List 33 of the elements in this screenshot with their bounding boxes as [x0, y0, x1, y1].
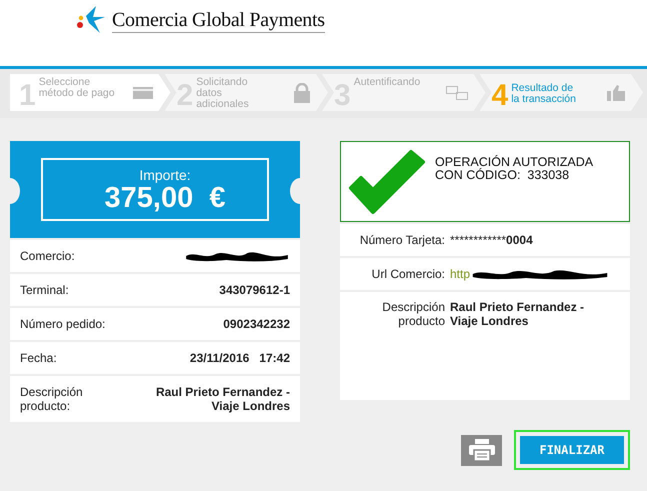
- status-message: OPERACIÓN AUTORIZADA CON CÓDIGO: 333038: [435, 156, 594, 182]
- field-label: Descripción producto:: [20, 385, 83, 413]
- step-number: 4: [492, 80, 508, 110]
- print-button[interactable]: [461, 434, 502, 466]
- field-value: Raul Prieto Fernandez - Viaje Londres: [450, 300, 586, 328]
- lock-icon: [294, 82, 310, 102]
- step-label: Resultado de la transacción: [511, 83, 577, 105]
- printer-icon: [468, 439, 494, 461]
- field-value: Raul Prieto Fernandez - Viaje Londres: [156, 385, 290, 413]
- field-value: ************0004: [450, 233, 534, 247]
- field-value: 23/11/2016 17:42: [190, 351, 290, 365]
- field-label: Número Tarjeta:: [358, 233, 445, 247]
- field-value: 0902342232: [223, 317, 290, 331]
- screens-icon: [446, 86, 468, 100]
- thumbs-up-icon: [607, 84, 625, 100]
- step-label: Autentificando: [354, 77, 422, 88]
- field-label: Terminal:: [20, 283, 69, 297]
- logo-icon: [76, 6, 106, 34]
- finish-button[interactable]: FINALIZAR: [520, 436, 624, 464]
- field-label: Comercio:: [20, 249, 75, 263]
- logo-text: Comercia Global Payments: [112, 8, 325, 32]
- field-label: Url Comercio:: [370, 267, 445, 281]
- amount-value: 375,00 €: [104, 183, 226, 213]
- field-label: Fecha:: [20, 351, 57, 365]
- check-icon: [347, 148, 425, 216]
- step-label: Seleccione método de pago: [38, 77, 116, 99]
- merchant-link[interactable]: http: [450, 267, 470, 281]
- step-label: Solicitando datos adicionales: [196, 77, 250, 110]
- field-label: Número pedido:: [20, 317, 106, 331]
- card-icon: [132, 86, 152, 98]
- field-value: 343079612-1: [219, 283, 290, 297]
- amount-label: Importe:: [139, 167, 191, 183]
- field-label: Descripción producto: [381, 300, 445, 328]
